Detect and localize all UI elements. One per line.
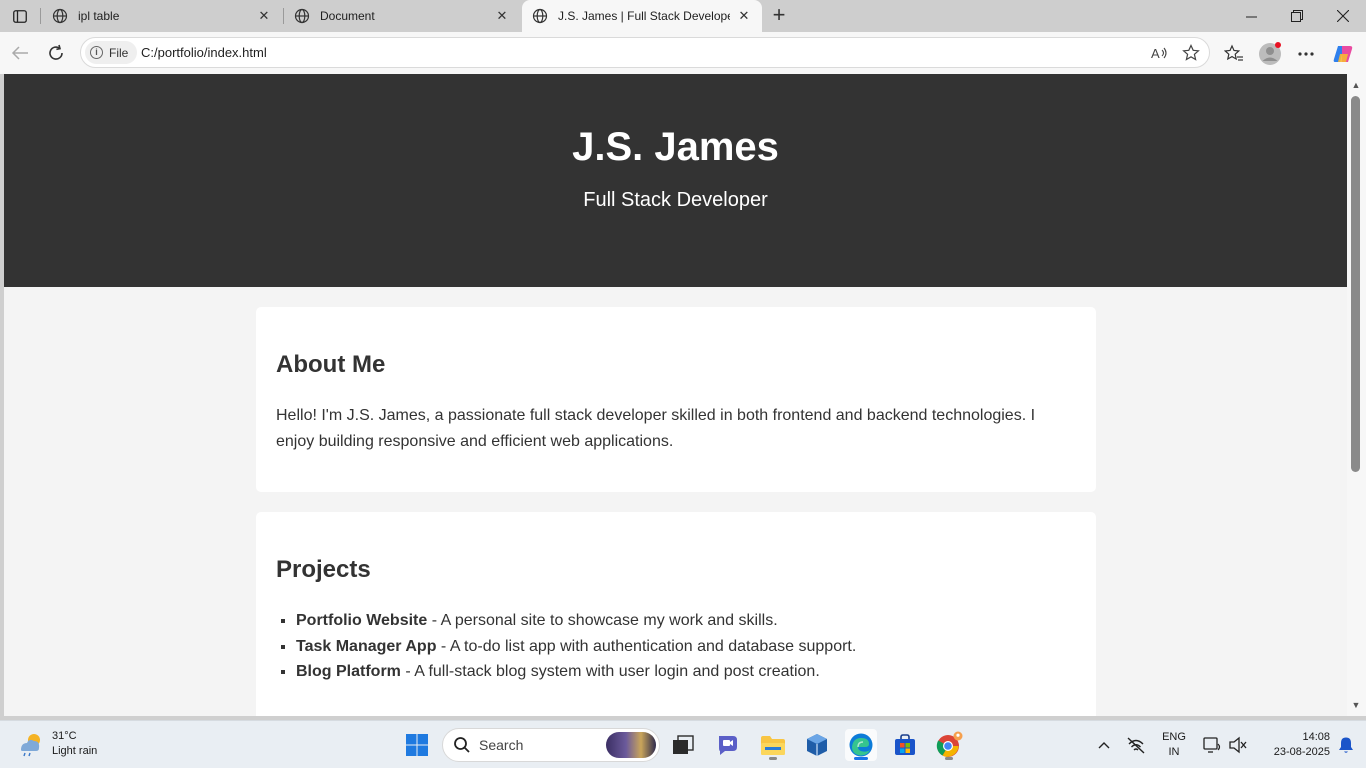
running-indicator [769, 757, 777, 760]
favorites-icon[interactable] [1222, 42, 1246, 66]
scrollbar-thumb[interactable] [1351, 96, 1360, 472]
maximize-icon[interactable] [1274, 0, 1320, 32]
projects-heading: Projects [276, 556, 371, 583]
weather-condition: Light rain [52, 745, 98, 757]
sound-muted-icon[interactable] [1222, 729, 1254, 761]
chevron-up-icon[interactable] [1088, 729, 1120, 761]
clock-time: 14:08 [1302, 731, 1330, 743]
search-placeholder: Search [479, 737, 524, 753]
search-icon [454, 737, 470, 753]
language-line1: ENG [1162, 731, 1186, 743]
back-icon[interactable] [8, 41, 32, 65]
store-icon[interactable] [889, 729, 921, 761]
site-chip-label: File [109, 45, 129, 60]
projects-list: Portfolio Website - A personal site to s… [276, 608, 1076, 685]
weather-widget[interactable]: 31°C Light rain [16, 729, 97, 759]
about-section: About Me Hello! I'm J.S. James, a passio… [256, 307, 1096, 492]
project-desc: - A personal site to showcase my work an… [427, 612, 778, 629]
tab-document[interactable]: Document ✕ [284, 0, 520, 32]
project-name: Portfolio Website [296, 612, 428, 629]
profile-icon[interactable] [1258, 42, 1282, 66]
more-icon[interactable] [1294, 42, 1318, 66]
taskbar: 31°C Light rain Search ENG IN 14:08 23-0… [0, 720, 1366, 768]
file-explorer-icon[interactable] [757, 729, 789, 761]
globe-icon [294, 8, 310, 24]
network-off-icon[interactable] [1120, 729, 1152, 761]
language-line2: IN [1168, 746, 1180, 758]
project-desc: - A full-stack blog system with user log… [400, 663, 820, 680]
project-name: Task Manager App [296, 637, 437, 655]
new-tab-icon[interactable]: + [768, 4, 790, 27]
tab-title: Document [320, 9, 375, 23]
browser-toolbar: i File C:/portfolio/index.html A [0, 32, 1366, 74]
svg-text:A: A [1151, 46, 1160, 61]
globe-icon [532, 8, 548, 24]
project-desc: - A to-do list app with authentication a… [436, 637, 857, 655]
about-text: Hello! I'm J.S. James, a passionate full… [276, 407, 1036, 450]
page-scrollbar[interactable]: ▲ ▼ [1347, 74, 1366, 716]
address-bar[interactable]: i File C:/portfolio/index.html A [80, 37, 1210, 68]
weather-icon [21, 734, 40, 757]
list-item: Blog Platform - A full-stack blog system… [296, 659, 1076, 685]
globe-icon [52, 8, 68, 24]
close-icon[interactable]: ✕ [736, 8, 752, 24]
url-text[interactable]: C:/portfolio/index.html [141, 45, 267, 60]
minimize-icon[interactable] [1228, 0, 1274, 32]
list-item: Task Manager App - A to-do list app with… [296, 634, 1076, 660]
language-indicator[interactable]: ENG IN [1158, 730, 1190, 760]
tab-title: J.S. James | Full Stack Developer [558, 9, 730, 23]
projects-section: Projects Portfolio Website - A personal … [256, 512, 1096, 716]
page-title: J.S. James [572, 125, 779, 169]
refresh-icon[interactable] [44, 41, 68, 65]
taskbar-search[interactable]: Search [442, 728, 660, 762]
page-subtitle: Full Stack Developer [583, 189, 768, 211]
tab-title: ipl table [78, 9, 120, 23]
scroll-down-icon[interactable]: ▼ [1351, 700, 1361, 710]
running-indicator [945, 757, 953, 760]
tab-ipl-table[interactable]: ipl table ✕ [42, 0, 282, 32]
list-item: Portfolio Website - A personal site to s… [296, 608, 1076, 634]
meet-icon[interactable] [712, 729, 744, 761]
hero-header: J.S. James Full Stack Developer [4, 74, 1347, 287]
favorite-star-icon[interactable] [1181, 43, 1201, 63]
about-heading: About Me [276, 351, 386, 378]
weather-temp: 31°C [52, 730, 77, 742]
notification-bell-icon[interactable] [1330, 729, 1362, 761]
tab-separator [40, 8, 41, 24]
project-name: Blog Platform [296, 663, 401, 680]
chrome-icon[interactable] [933, 729, 965, 761]
windows-start-icon[interactable] [401, 729, 433, 761]
window-close-icon[interactable] [1320, 0, 1366, 32]
tab-portfolio[interactable]: J.S. James | Full Stack Developer ✕ [522, 0, 762, 32]
site-info-chip[interactable]: i File [85, 41, 137, 64]
clock[interactable]: 14:08 23-08-2025 [1256, 730, 1330, 760]
virtualbox-icon[interactable] [801, 729, 833, 761]
close-icon[interactable]: ✕ [256, 8, 272, 24]
copilot-icon[interactable] [1331, 42, 1355, 66]
info-icon: i [90, 46, 103, 59]
tab-actions-icon[interactable] [8, 6, 32, 26]
edge-icon[interactable] [845, 729, 877, 761]
page-viewport: J.S. James Full Stack Developer About Me… [4, 74, 1347, 716]
scroll-up-icon[interactable]: ▲ [1351, 80, 1361, 90]
read-aloud-icon[interactable]: A [1149, 43, 1169, 63]
task-view-icon[interactable] [667, 729, 699, 761]
clock-date: 23-08-2025 [1273, 746, 1330, 758]
search-highlight-image [606, 732, 656, 758]
active-indicator [854, 757, 868, 760]
close-icon[interactable]: ✕ [494, 8, 510, 24]
tab-strip: ipl table ✕ Document ✕ J.S. James | Full… [0, 0, 1366, 32]
